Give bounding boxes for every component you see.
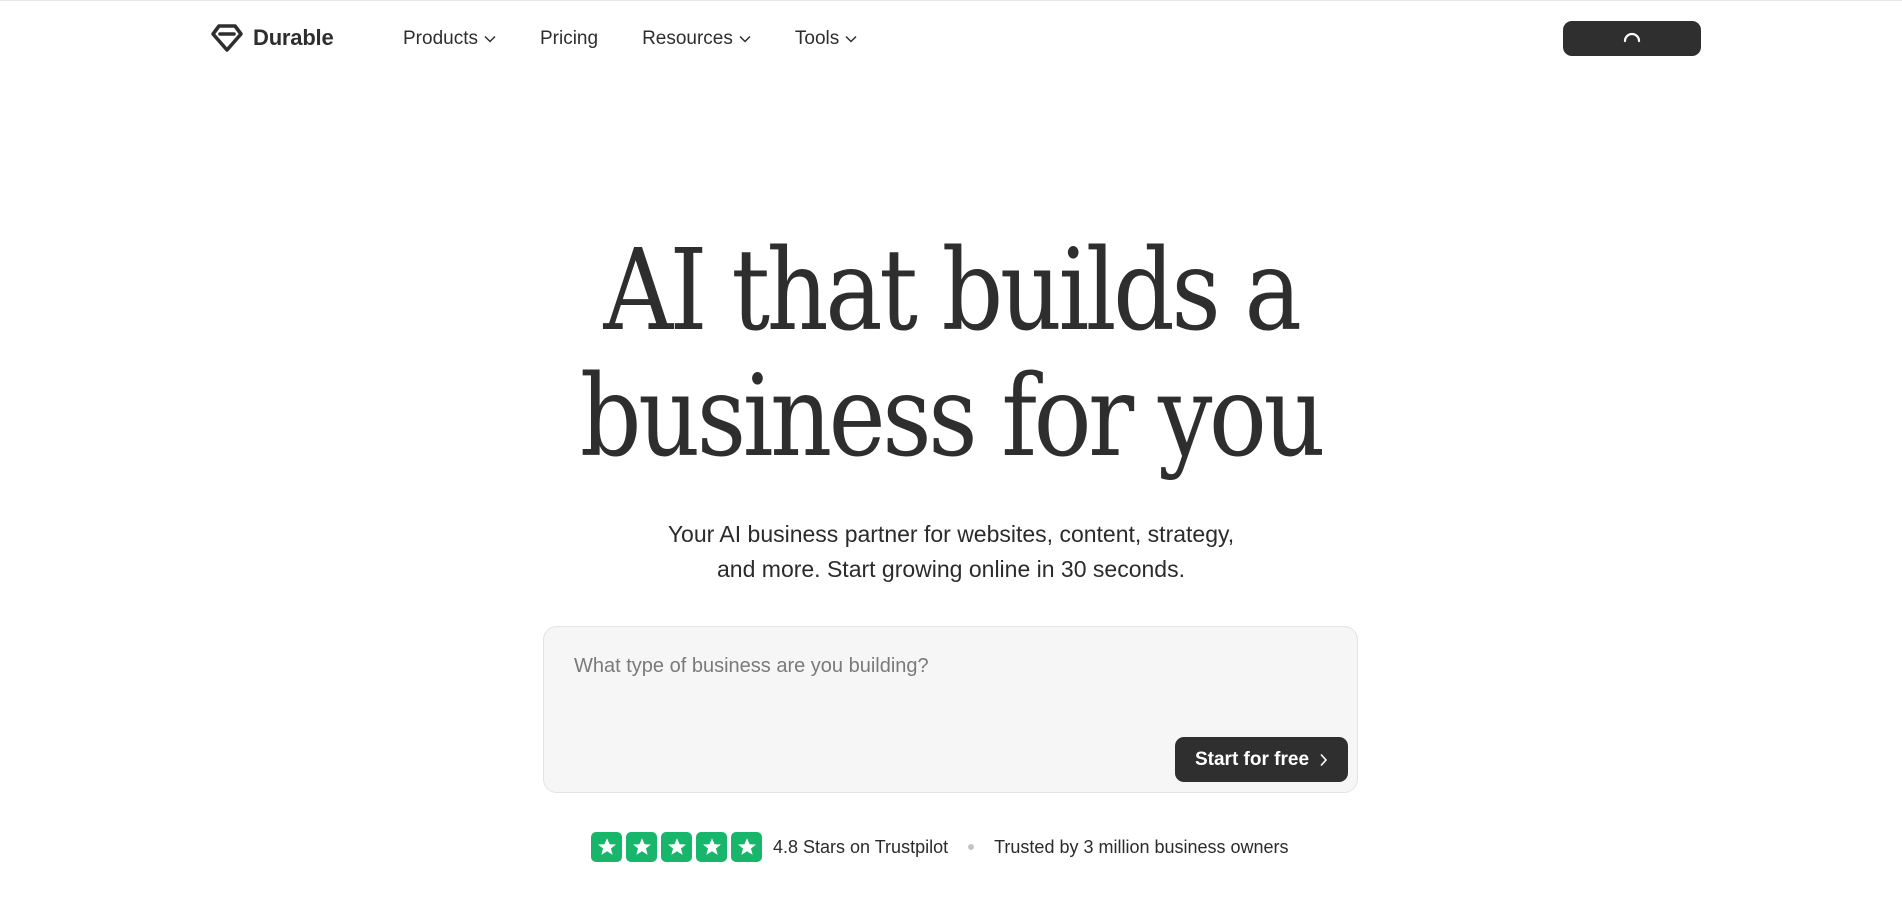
star-icon <box>591 832 622 862</box>
nav-item-tools[interactable]: Tools <box>795 28 857 50</box>
brand-name: Durable <box>253 25 334 50</box>
star-icon <box>626 832 657 862</box>
diamond-logo-icon <box>211 24 243 52</box>
nav-item-products[interactable]: Products <box>403 28 496 50</box>
nav-item-label: Tools <box>794 28 840 49</box>
business-type-input[interactable] <box>574 649 1314 683</box>
nav-item-pricing[interactable]: Pricing <box>540 28 598 50</box>
trusted-by-text: Trusted by 3 million business owners <box>994 836 1289 857</box>
star-icon <box>731 832 762 862</box>
spinner-icon <box>1623 32 1641 42</box>
chevron-down-icon <box>484 35 496 43</box>
separator-dot <box>968 844 975 850</box>
chevron-right-icon <box>1320 753 1328 766</box>
hero-title-line-2: business for you <box>579 352 1326 482</box>
nav-links: Products Pricing Resources Tools <box>403 24 901 54</box>
start-button-label: Start for free <box>1194 748 1310 770</box>
hero-subtitle: Your AI business partner for websites, c… <box>551 517 1351 587</box>
top-nav: Durable Products Pricing Resources Tools <box>0 0 1902 78</box>
chevron-down-icon <box>845 35 857 43</box>
hero-title-line-1: AI that builds a <box>603 226 1302 356</box>
trust-row: 4.8 Stars on Trustpilot Trusted by 3 mil… <box>591 832 1289 862</box>
nav-item-label: Products <box>403 28 478 49</box>
trustpilot-rating: 4.8 Stars on Trustpilot <box>773 836 949 857</box>
hero-subtitle-line-2: and more. Start growing online in 30 sec… <box>717 556 1185 582</box>
nav-item-label: Resources <box>642 28 733 49</box>
nav-item-resources[interactable]: Resources <box>642 28 751 50</box>
chevron-down-icon <box>739 35 751 43</box>
hero-subtitle-line-1: Your AI business partner for websites, c… <box>667 521 1235 547</box>
hero-title: AI that builds a business for you <box>133 228 1769 480</box>
trustpilot-stars <box>591 832 762 862</box>
account-button-loading[interactable] <box>1563 21 1701 56</box>
business-prompt-card: Start for free <box>543 626 1358 793</box>
start-for-free-button[interactable]: Start for free <box>1175 737 1348 782</box>
nav-item-label: Pricing <box>539 28 599 49</box>
star-icon <box>696 832 727 862</box>
brand-logo[interactable]: Durable <box>210 22 334 54</box>
star-icon <box>661 832 692 862</box>
